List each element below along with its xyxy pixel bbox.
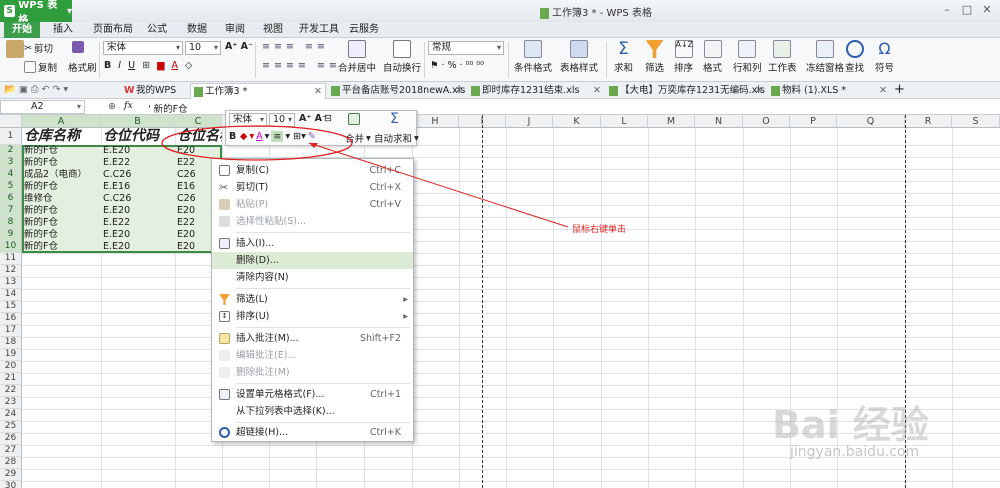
baidu-watermark: Bai 经验 <box>772 403 929 447</box>
annotation-arrow <box>308 142 569 228</box>
annotation-label: 鼠标右键单击 <box>572 225 627 235</box>
annotation-ellipse <box>161 125 353 161</box>
watermark-url: jingyan.baidu.com <box>790 444 920 460</box>
